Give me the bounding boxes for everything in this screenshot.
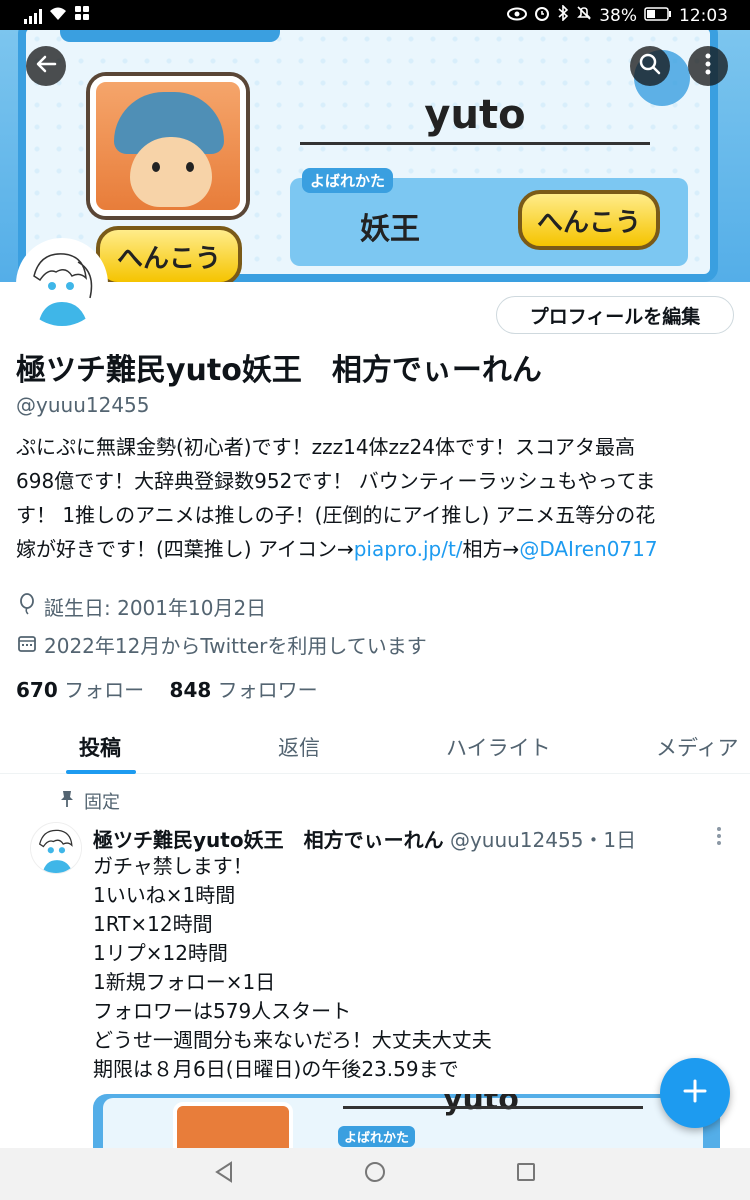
wifi-icon [48, 5, 68, 26]
post-line: ガチャ禁します！ [93, 854, 253, 878]
post-image-label: よばれかた [338, 1126, 416, 1147]
search-button[interactable] [630, 46, 670, 86]
system-navigation-bar [0, 1148, 750, 1200]
banner-name-underline [300, 142, 650, 145]
plus-icon [682, 1078, 708, 1108]
eye-icon [507, 6, 528, 26]
balloon-icon [18, 593, 36, 620]
circle-home-icon [364, 1162, 386, 1187]
more-options-button[interactable] [688, 46, 728, 86]
bio-link-partner[interactable]: @DAIren0717 [519, 537, 657, 561]
edit-profile-button[interactable]: プロフィールを編集 [496, 296, 734, 334]
tab-media[interactable]: メディア [656, 732, 739, 762]
banner-change-button-1: へんこう [96, 226, 242, 282]
post-line: どうせ一週間分も来ないだろ！大丈夫大丈夫 [93, 1028, 492, 1052]
bio-line: 698億です！大辞典登録数952です！ バウンティーラッシュもやってま [16, 469, 656, 493]
pinned-indicator: 固定 [60, 788, 120, 814]
pinned-label: 固定 [84, 792, 120, 813]
bio-line: 嫁が好きです！(四葉推し) アイコン→piapro.jp/t/相方→@DAIre… [16, 532, 736, 566]
tab-highlights[interactable]: ハイライト [446, 732, 551, 762]
post-line: 1RT×12時間 [93, 912, 213, 936]
banner-name-text: yuto [424, 92, 526, 138]
post-header: 極ツチ難民yuto妖王 相方でぃーれん @yuuu12455・1日 [93, 824, 636, 853]
triangle-back-icon [214, 1161, 234, 1187]
following-label: フォロー [64, 678, 145, 702]
mute-bell-icon [576, 5, 592, 26]
nav-back-button[interactable] [214, 1161, 234, 1187]
banner-change-button-2: へんこう [518, 190, 660, 250]
post-line: フォロワーは579人スタート [93, 999, 352, 1023]
post-line: 1いいね×1時間 [93, 883, 236, 907]
post-time: ・1日 [583, 828, 637, 852]
alarm-icon [534, 5, 550, 26]
app-grid-icon [74, 5, 90, 26]
battery-percent: 38% [599, 5, 637, 26]
bio-line: ぷにぷに無課金勢(初心者)です！zzz14体zz24体です！スコアタ最高 [16, 435, 635, 459]
post-line: 1新規フォロー×1日 [93, 970, 276, 994]
birthday-text: 誕生日: 2001年10月2日 [44, 596, 267, 620]
nav-recents-button[interactable] [516, 1162, 536, 1186]
active-tab-indicator [66, 770, 136, 774]
banner-title-value: 妖王 [360, 212, 420, 247]
square-recents-icon [516, 1163, 536, 1186]
post-more-button[interactable] [716, 826, 722, 850]
bio-text: 相方→ [462, 537, 520, 561]
banner-header-strip [60, 30, 280, 42]
bio-line: す！ 1推しのアニメは推しの子！(圧倒的にアイ推し) アニメ五等分の花 [16, 503, 656, 527]
post-line: 期限は８月6日(日曜日)の午後23.59まで [93, 1057, 459, 1081]
more-vertical-icon [705, 53, 711, 79]
bio-text: 嫁が好きです！(四葉推し) アイコン→ [16, 537, 354, 561]
joined-text: 2022年12月からTwitterを利用しています [44, 634, 427, 658]
calendar-icon [18, 633, 36, 657]
followers-link[interactable]: 848 フォロワー [170, 678, 318, 702]
profile-display-name: 極ツチ難民yuto妖王 相方でぃーれん [16, 353, 542, 388]
followers-count: 848 [169, 678, 212, 702]
battery-icon [644, 6, 672, 26]
post-line: 1リプ×12時間 [93, 941, 228, 965]
profile-handle: @yuuu12455 [16, 393, 150, 417]
search-icon [639, 53, 661, 79]
bluetooth-icon [557, 4, 569, 26]
more-vertical-icon [716, 827, 722, 850]
bio-link-piapro[interactable]: piapro.jp/t/ [354, 537, 463, 561]
status-bar: 38% 12:03 [0, 0, 750, 30]
profile-avatar[interactable] [16, 238, 108, 330]
banner-title-label: よばれかた [302, 168, 394, 193]
post-author-name[interactable]: 極ツチ難民yuto妖王 相方でぃーれん [93, 828, 444, 852]
nav-home-button[interactable] [364, 1161, 386, 1187]
arrow-left-icon [35, 53, 57, 79]
tab-posts[interactable]: 投稿 [79, 732, 121, 762]
follow-stats: 670 フォロー 848 フォロワー [16, 674, 318, 703]
tab-replies[interactable]: 返信 [278, 732, 320, 762]
joined-row: 2022年12月からTwitterを利用しています [18, 630, 427, 659]
back-button[interactable] [26, 46, 66, 86]
following-link[interactable]: 670 フォロー [16, 678, 144, 702]
character-portrait [90, 76, 246, 216]
post-image[interactable]: yuto よばれかた [93, 1094, 720, 1150]
pin-icon [60, 790, 74, 813]
clock-time: 12:03 [679, 5, 728, 26]
following-count: 670 [16, 678, 58, 702]
post-text: ガチャ禁します！ 1いいね×1時間 1RT×12時間 1リプ×12時間 1新規フ… [93, 852, 492, 1084]
followers-label: フォロワー [217, 678, 318, 702]
post-author-avatar[interactable] [30, 822, 82, 874]
birthday-row: 誕生日: 2001年10月2日 [18, 592, 266, 621]
compose-button[interactable] [660, 1058, 730, 1128]
post-author-handle: @yuuu12455 [449, 828, 584, 852]
profile-bio: ぷにぷに無課金勢(初心者)です！zzz14体zz24体です！スコアタ最高 698… [16, 430, 736, 566]
signal-icon [24, 8, 42, 24]
profile-tabs: 投稿 返信 ハイライト メディア [0, 720, 750, 774]
